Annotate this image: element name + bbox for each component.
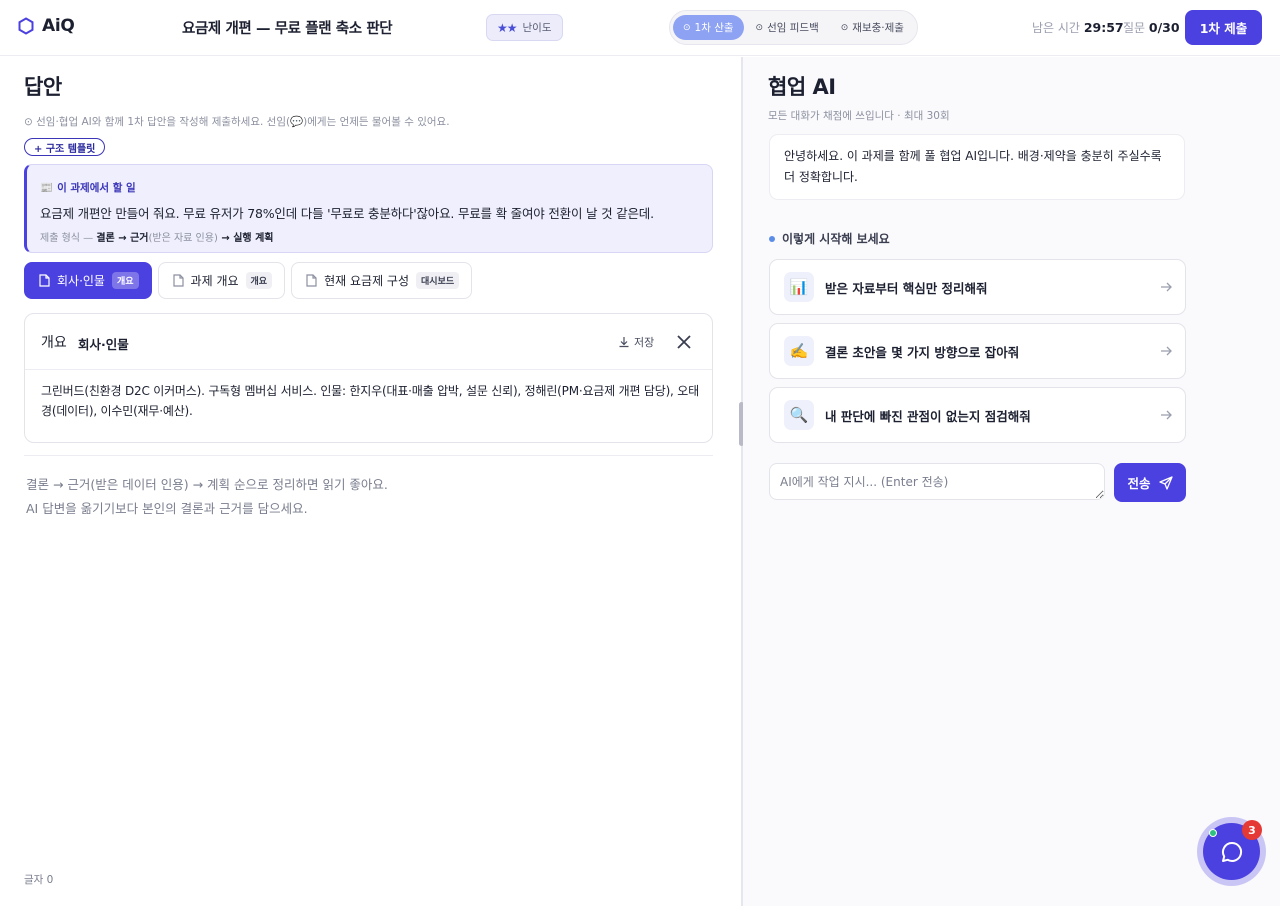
format-arrow: → bbox=[217, 233, 234, 244]
send-button[interactable]: 전송 bbox=[1114, 463, 1186, 502]
suggestion-label: 내 판단에 빠진 관점이 없는지 점검해줘 bbox=[825, 408, 1031, 424]
doc-tab-label: 현재 요금제 구성 bbox=[324, 274, 410, 288]
format-conclusion: 결론 bbox=[96, 233, 115, 244]
target-icon: ⊙ bbox=[683, 22, 691, 33]
first-submit-button[interactable]: 1차 제출 bbox=[1185, 10, 1262, 45]
timer-label: 남은 시간 bbox=[1032, 21, 1080, 35]
question-value: 0/30 bbox=[1148, 20, 1180, 35]
ai-panel: 협업 AI 모든 대화가 채점에 쓰입니다 · 최대 30회 안녕하세요. 이 … bbox=[743, 57, 1280, 906]
format-plan: 실행 계획 bbox=[233, 233, 274, 244]
document-icon bbox=[306, 274, 317, 287]
question-count: 질문 0/30 bbox=[1123, 19, 1180, 36]
format-evidence-note: (받은 자료 인용) bbox=[148, 233, 218, 244]
editor-placeholder-line: AI 답변을 옮기기보다 본인의 결론과 근거를 담으세요. bbox=[26, 501, 308, 516]
ai-greeting-message: 안녕하세요. 이 과제를 함께 풀 협업 AI입니다. 배경·제약을 충분히 주… bbox=[769, 134, 1185, 200]
step-first-draft[interactable]: ⊙ 1차 산출 bbox=[673, 15, 744, 40]
paper-plane-icon bbox=[1158, 475, 1173, 490]
document-icon bbox=[172, 274, 184, 287]
step-senior-feedback[interactable]: ⊙ 선임 피드백 bbox=[746, 15, 829, 40]
chart-icon: 📊 bbox=[784, 272, 814, 302]
char-count: 글자 0 bbox=[24, 874, 54, 886]
hexagon-logo-icon bbox=[18, 17, 34, 35]
doc-tab-tag: 대시보드 bbox=[416, 272, 460, 289]
doc-tabs: 회사·인물 개요 과제 개요 개요 현재 요금제 구성 대시보드 bbox=[24, 262, 473, 299]
dot-icon bbox=[769, 235, 775, 242]
timer-value: 29:57 bbox=[1083, 20, 1124, 35]
mission-heading: 📰 이 과제에서 할 일 bbox=[40, 180, 136, 195]
chat-bubble-icon bbox=[1221, 841, 1242, 862]
start-suggestions-title: 이렇게 시작해 보세요 bbox=[769, 230, 890, 247]
close-icon[interactable] bbox=[675, 333, 693, 351]
arrow-right-icon bbox=[1161, 410, 1172, 420]
suggestion-check-blindspots[interactable]: 🔍 내 판단에 빠진 관점이 없는지 점검해줘 bbox=[769, 387, 1186, 443]
step-label: 선임 피드백 bbox=[767, 22, 819, 34]
document-icon bbox=[39, 274, 50, 287]
target-icon: ⊙ bbox=[755, 22, 764, 33]
format-prefix: 제출 형식 — bbox=[40, 233, 97, 244]
doc-name: 회사·인물 bbox=[78, 337, 129, 352]
arrow-right-icon bbox=[1161, 346, 1172, 356]
save-button[interactable]: 저장 bbox=[618, 334, 654, 350]
task-title: 요금제 개편 — 무료 플랜 축소 판단 bbox=[182, 21, 393, 37]
send-label: 전송 bbox=[1127, 476, 1151, 491]
divider bbox=[24, 455, 713, 456]
mission-box: 📰 이 과제에서 할 일 요금제 개편안 만들어 줘요. 무료 유저가 78%인… bbox=[24, 164, 713, 253]
doc-body: 그린버드(친환경 D2C 이커머스). 구독형 멤버십 서비스. 인물: 한지우… bbox=[41, 384, 699, 418]
save-label: 저장 bbox=[634, 336, 655, 349]
mission-heading-text: 이 과제에서 할 일 bbox=[57, 182, 136, 194]
answer-panel: 답안 ⊙ 선임·협업 AI와 함께 1차 답안을 작성해 제출하세요. 선임(💬… bbox=[0, 57, 741, 906]
difficulty-label: 난이도 bbox=[522, 22, 552, 34]
notification-badge: 3 bbox=[1242, 820, 1262, 840]
mission-body: 요금제 개편안 만들어 줘요. 무료 유저가 78%인데 다들 '무료로 충분하… bbox=[40, 206, 654, 221]
answer-title: 답안 bbox=[24, 75, 62, 99]
doc-tab-label: 회사·인물 bbox=[57, 274, 105, 288]
question-label: 질문 bbox=[1123, 21, 1146, 35]
download-icon bbox=[619, 337, 629, 348]
target-icon: ⊙ bbox=[840, 22, 849, 33]
arrow-right-icon bbox=[1161, 282, 1172, 292]
logo-text: AiQ bbox=[42, 16, 75, 36]
doc-viewer: 개요 회사·인물 저장 그린버드(친환경 D2C 이커머스). 구독형 멤버십 … bbox=[24, 313, 713, 443]
newspaper-icon: 📰 bbox=[40, 182, 54, 194]
answer-editor[interactable]: 결론 → 근거(받은 데이터 인용) → 계획 순으로 정리하면 읽기 좋아요.… bbox=[26, 473, 388, 521]
time-remaining: 남은 시간 29:57 bbox=[1032, 19, 1124, 36]
ai-prompt-input[interactable] bbox=[769, 463, 1105, 500]
doc-tab-task-overview[interactable]: 과제 개요 개요 bbox=[157, 262, 286, 299]
submission-format: 제출 형식 — 결론 → 근거(받은 자료 인용) → 실행 계획 bbox=[40, 229, 274, 244]
answer-hint: ⊙ 선임·협업 AI와 함께 1차 답안을 작성해 제출하세요. 선임(💬)에게… bbox=[24, 116, 450, 128]
step-label: 재보충·제출 bbox=[852, 22, 904, 34]
step-label: 1차 산출 bbox=[694, 22, 734, 34]
format-arrow: → bbox=[114, 233, 131, 244]
suggestion-label: 결론 초안을 몇 가지 방향으로 잡아줘 bbox=[825, 344, 1020, 360]
magnifier-icon: 🔍 bbox=[784, 400, 814, 430]
step-resubmit[interactable]: ⊙ 재보충·제출 bbox=[831, 15, 914, 40]
suggestion-label: 받은 자료부터 핵심만 정리해줘 bbox=[825, 280, 988, 296]
doc-tab-tag: 개요 bbox=[111, 272, 139, 289]
ai-subtitle: 모든 대화가 채점에 쓰입니다 · 최대 30회 bbox=[768, 110, 950, 122]
editor-placeholder-line: 결론 → 근거(받은 데이터 인용) → 계획 순으로 정리하면 읽기 좋아요. bbox=[26, 477, 388, 492]
ai-title: 협업 AI bbox=[768, 75, 836, 99]
start-title-text: 이렇게 시작해 보세요 bbox=[782, 232, 890, 246]
suggestion-draft-conclusions[interactable]: ✍️ 결론 초안을 몇 가지 방향으로 잡아줘 bbox=[769, 323, 1186, 379]
logo[interactable]: AiQ bbox=[18, 16, 75, 36]
doc-viewer-header: 개요 회사·인물 저장 bbox=[25, 314, 712, 370]
doc-tab-tag: 개요 bbox=[245, 272, 273, 289]
format-evidence: 근거 bbox=[130, 233, 149, 244]
structure-template-button[interactable]: + 구조 템플릿 bbox=[24, 138, 106, 156]
doc-tab-company-people[interactable]: 회사·인물 개요 bbox=[24, 262, 152, 299]
doc-tab-current-plans[interactable]: 현재 요금제 구성 대시보드 bbox=[291, 262, 473, 299]
doc-kind: 개요 bbox=[41, 335, 67, 351]
step-indicator: ⊙ 1차 산출 ⊙ 선임 피드백 ⊙ 재보충·제출 bbox=[669, 10, 918, 45]
difficulty-badge: ★★ 난이도 bbox=[486, 14, 563, 41]
top-bar: AiQ 요금제 개편 — 무료 플랜 축소 판단 ★★ 난이도 ⊙ 1차 산출 … bbox=[0, 0, 1280, 56]
online-indicator bbox=[1209, 829, 1217, 837]
doc-tab-label: 과제 개요 bbox=[190, 274, 239, 288]
suggestion-summarize-materials[interactable]: 📊 받은 자료부터 핵심만 정리해줘 bbox=[769, 259, 1186, 315]
difficulty-stars: ★★ bbox=[497, 20, 517, 35]
writing-hand-icon: ✍️ bbox=[784, 336, 814, 366]
